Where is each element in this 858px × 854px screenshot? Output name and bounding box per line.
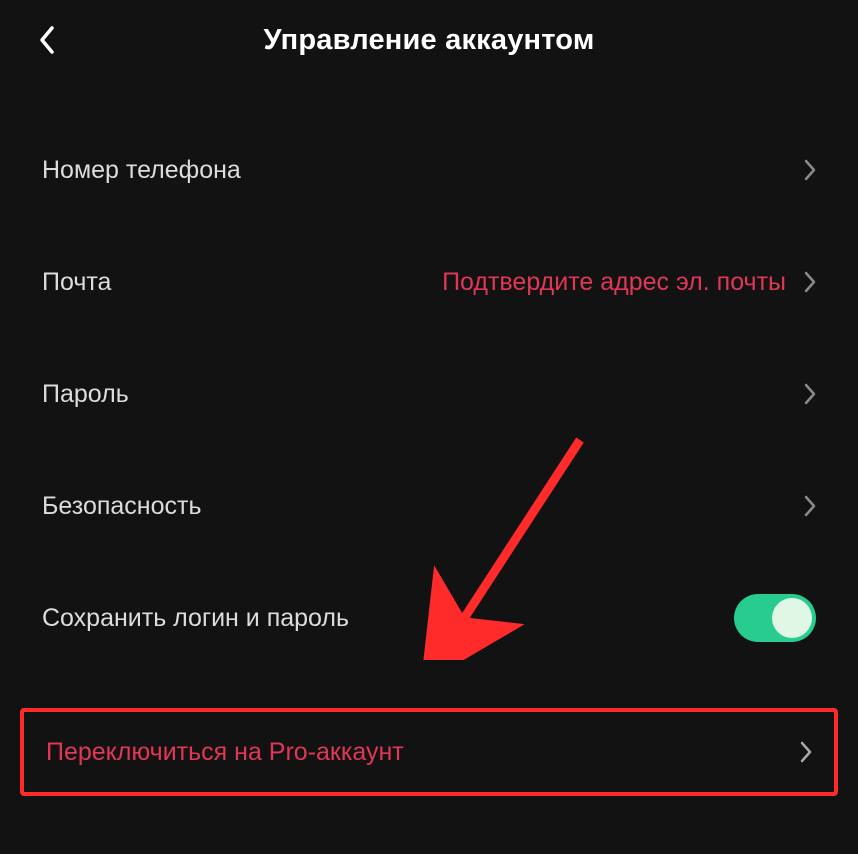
row-phone[interactable]: Номер телефона [0,114,858,226]
row-label: Номер телефона [42,156,241,185]
row-label: Почта [42,268,111,297]
chevron-right-icon [804,495,816,517]
row-right [804,383,816,405]
row-right: Подтвердите адрес эл. почты [442,268,816,297]
row-security[interactable]: Безопасность [0,450,858,562]
row-right [804,495,816,517]
page-title: Управление аккаунтом [20,24,838,57]
row-switch-pro[interactable]: Переключиться на Pro-аккаунт [20,708,838,796]
chevron-right-icon [804,271,816,293]
toggle-knob [772,598,812,638]
chevron-right-icon [800,741,812,763]
row-label: Безопасность [42,492,201,521]
chevron-right-icon [804,383,816,405]
row-right [734,594,816,642]
row-label: Переключиться на Pro-аккаунт [46,738,404,767]
row-label: Пароль [42,380,129,409]
row-label: Сохранить логин и пароль [42,604,349,633]
row-password[interactable]: Пароль [0,338,858,450]
chevron-right-icon [804,159,816,181]
save-login-toggle[interactable] [734,594,816,642]
row-save-login: Сохранить логин и пароль [0,562,858,674]
settings-list: Номер телефона Почта Подтвердите адрес э… [0,114,858,674]
back-button[interactable] [26,20,66,60]
row-right [804,159,816,181]
row-value: Подтвердите адрес эл. почты [442,268,786,297]
account-management-screen: Управление аккаунтом Номер телефона Почт… [0,0,858,854]
header: Управление аккаунтом [0,0,858,80]
row-email[interactable]: Почта Подтвердите адрес эл. почты [0,226,858,338]
chevron-left-icon [38,25,55,55]
